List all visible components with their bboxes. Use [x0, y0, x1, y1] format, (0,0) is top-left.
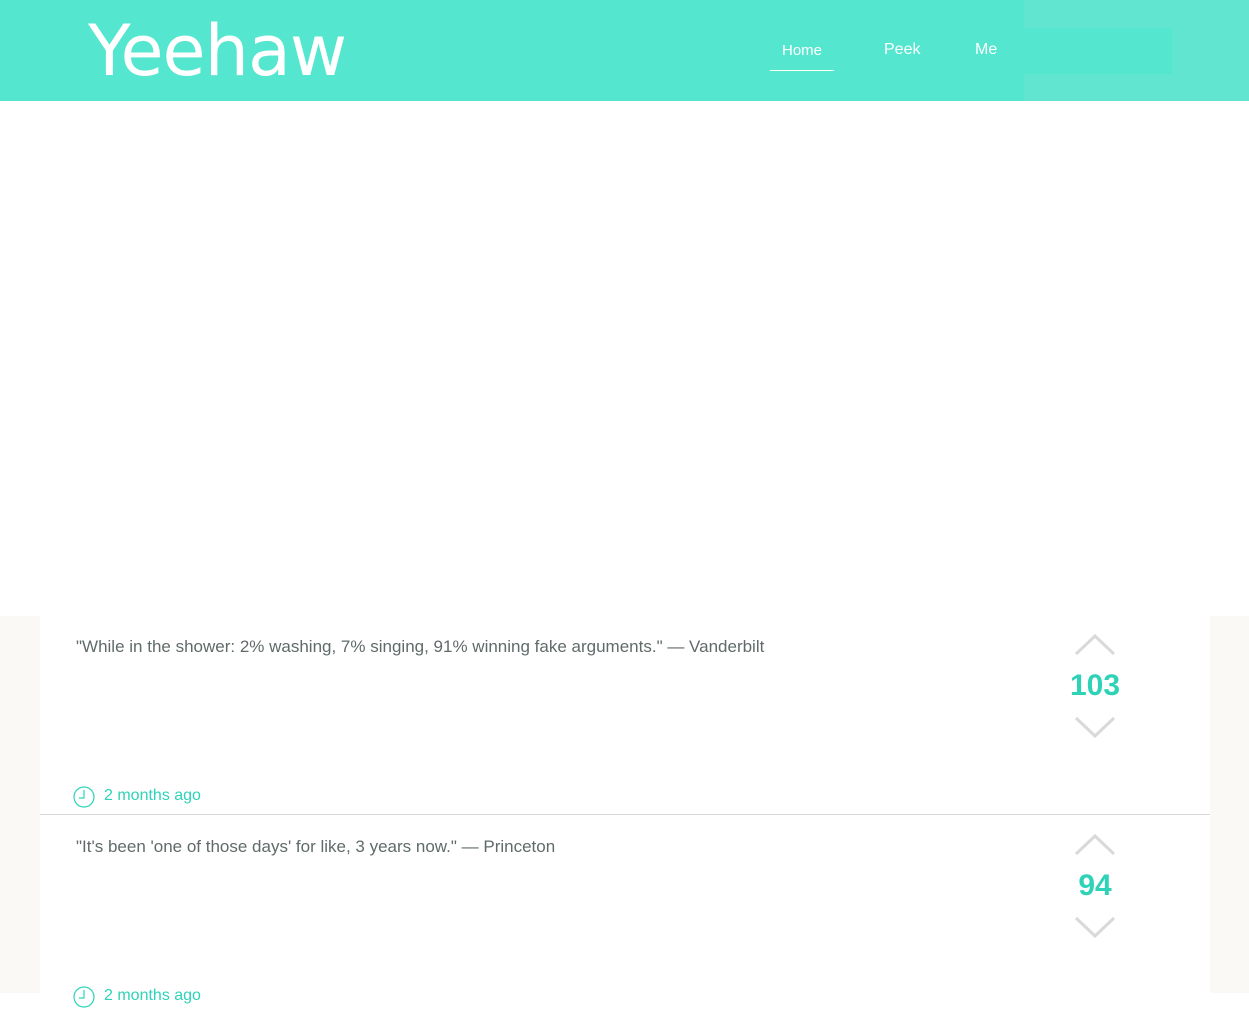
post-timestamp: 2 months ago	[104, 987, 201, 1004]
downvote-chevron-icon[interactable]	[1074, 716, 1116, 740]
upvote-chevron-icon[interactable]	[1074, 632, 1116, 656]
vote-count: 103	[1069, 669, 1121, 702]
post-text: "While in the shower: 2% washing, 7% sin…	[76, 637, 765, 656]
post-card: "While in the shower: 2% washing, 7% sin…	[40, 616, 1210, 815]
nav-me[interactable]: Me	[975, 38, 997, 62]
nav-active-indicator	[770, 70, 834, 71]
post-timestamp: 2 months ago	[104, 787, 201, 804]
clock-icon	[73, 986, 95, 1008]
clock-icon	[73, 786, 95, 808]
site-logo[interactable]: Yeehaw	[88, 6, 347, 96]
downvote-chevron-icon[interactable]	[1074, 916, 1116, 940]
upvote-chevron-icon[interactable]	[1074, 832, 1116, 856]
search-box[interactable]	[1024, 28, 1172, 74]
post-text: "It's been 'one of those days' for like,…	[76, 837, 556, 856]
vote-count: 94	[1078, 869, 1112, 902]
post-card: "It's been 'one of those days' for like,…	[40, 816, 1210, 1015]
top-header: Yeehaw Home Peek Me	[0, 0, 1249, 101]
post-divider	[40, 814, 1210, 815]
nav-home[interactable]: Home	[770, 39, 834, 63]
nav-peek[interactable]: Peek	[884, 38, 920, 62]
